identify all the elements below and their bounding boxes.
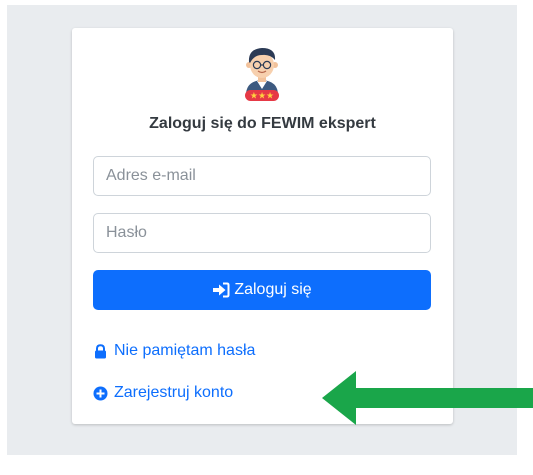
login-button[interactable]: Zaloguj się — [93, 270, 431, 310]
register-link[interactable]: Zarejestruj konto — [93, 384, 233, 402]
lock-icon — [95, 343, 106, 358]
login-button-label: Zaloguj się — [234, 281, 312, 298]
svg-text:★★★: ★★★ — [250, 92, 274, 102]
green-arrow-icon — [322, 371, 533, 425]
forgot-password-link[interactable]: Nie pamiętam hasła — [93, 342, 255, 360]
expert-avatar-icon: ★★★ — [245, 48, 279, 102]
forgot-password-label: Nie pamiętam hasła — [114, 342, 256, 359]
login-title: Zaloguj się do FEWIM ekspert — [149, 115, 376, 132]
plus-circle-icon — [93, 386, 108, 400]
register-label: Zarejestruj konto — [114, 384, 234, 401]
email-input[interactable] — [93, 156, 431, 196]
login-card: ★★★ Zaloguj się do FEWIM ekspert Zaloguj… — [72, 28, 453, 424]
sign-in-icon — [213, 282, 230, 298]
password-input[interactable] — [93, 213, 431, 253]
